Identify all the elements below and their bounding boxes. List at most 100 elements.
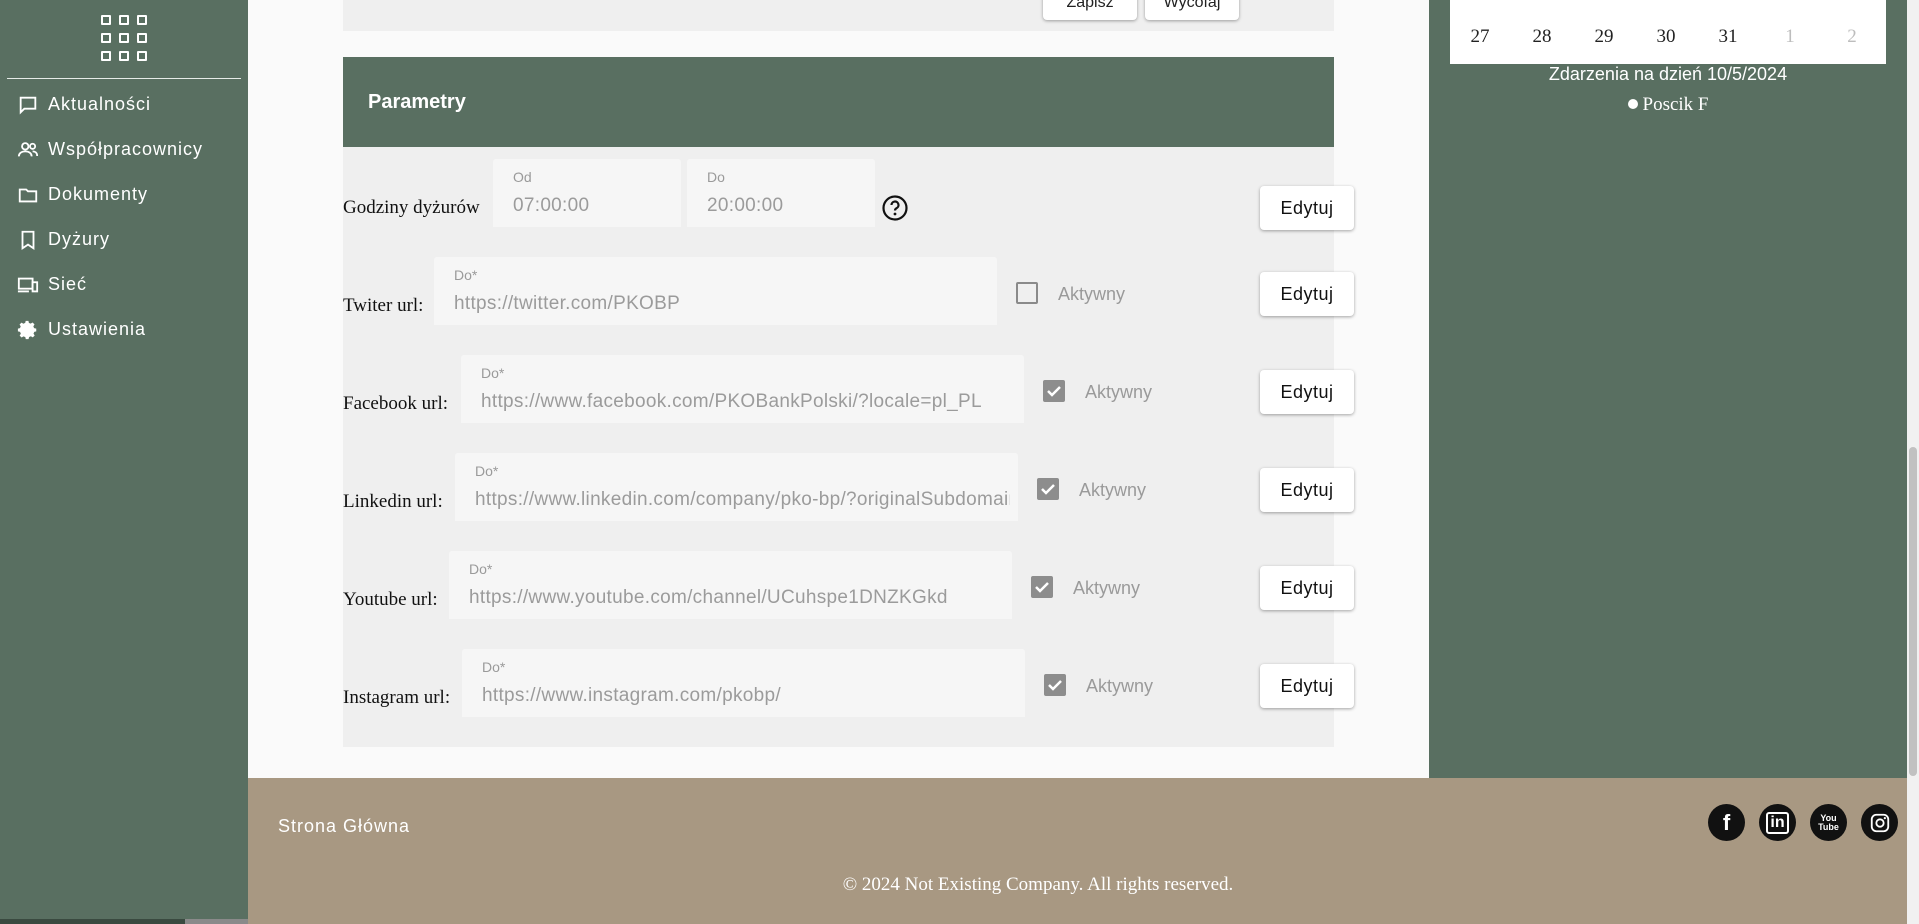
youtube-active-label: Aktywny [1073, 578, 1141, 598]
twitter-active-checkbox[interactable] [1016, 282, 1038, 304]
events-title: Zdarzenia na dzień 10/5/2024 [1548, 64, 1788, 84]
gear-icon [16, 318, 40, 342]
linkedin-row: Linkedin url: Do* https://www.linkedin.c… [343, 441, 1354, 539]
calendar-panel: 27 28 29 30 31 1 2 Zdarzenia na dzień 10… [1429, 0, 1907, 778]
calendar-day[interactable]: 29 [1584, 26, 1624, 48]
youtube-icon[interactable]: You Tube [1810, 804, 1847, 841]
duty-hours-label: Godziny dyżurów [343, 197, 480, 218]
edit-youtube-button[interactable]: Edytuj [1260, 566, 1354, 610]
cancel-button[interactable]: Wycofaj [1145, 0, 1239, 20]
sidebar-item-siec[interactable]: Sieć [0, 262, 248, 307]
twitter-url-value: https://twitter.com/PKOBP [454, 293, 681, 314]
social-links: f in You Tube [1708, 804, 1898, 841]
twitter-field-label: Do* [454, 267, 478, 283]
bookmark-icon [16, 228, 40, 252]
sidebar-nav: Aktualności Współpracownicy Dokumenty Dy… [0, 82, 248, 352]
sidebar-item-label: Sieć [48, 274, 88, 294]
facebook-active-label: Aktywny [1085, 382, 1153, 402]
check-icon [1048, 680, 1062, 691]
facebook-icon[interactable]: f [1708, 804, 1745, 841]
facebook-row: Facebook url: Do* https://www.facebook.c… [343, 343, 1354, 441]
check-icon [1041, 484, 1055, 495]
edit-instagram-button[interactable]: Edytuj [1260, 664, 1354, 708]
calendar-day[interactable]: 30 [1646, 26, 1686, 48]
calendar-day[interactable]: 27 [1460, 26, 1500, 48]
twitter-label: Twiter url: [343, 295, 424, 316]
sidebar-item-ustawienia[interactable]: Ustawienia [0, 307, 248, 352]
calendar-day[interactable]: 28 [1522, 26, 1562, 48]
duty-to-label: Do [707, 169, 725, 185]
facebook-url-field[interactable]: Do* https://www.facebook.com/PKOBankPols… [461, 355, 1024, 423]
event-label: Poscik F [1642, 94, 1709, 115]
instagram-label: Instagram url: [343, 687, 451, 708]
params-title: Parametry [368, 90, 466, 113]
sidebar: Aktualności Współpracownicy Dokumenty Dy… [0, 0, 248, 924]
twitter-url-field[interactable]: Do* https://twitter.com/PKOBP [434, 257, 997, 325]
instagram-field-label: Do* [482, 659, 506, 675]
devices-icon [16, 273, 40, 297]
instagram-active-label: Aktywny [1086, 676, 1154, 696]
linkedin-active-checkbox[interactable] [1037, 478, 1059, 500]
folder-icon [16, 183, 40, 207]
sidebar-item-dokumenty[interactable]: Dokumenty [0, 172, 248, 217]
duty-from-value: 07:00:00 [513, 195, 590, 216]
instagram-glyph [1870, 813, 1889, 832]
scrollbar-thumb[interactable] [1909, 447, 1917, 776]
linkedin-active-label: Aktywny [1079, 480, 1147, 500]
sidebar-item-wspolpracownicy[interactable]: Współpracownicy [0, 127, 248, 172]
duty-from-field[interactable]: Od 07:00:00 [493, 159, 681, 227]
youtube-url-value: https://www.youtube.com/channel/UCuhspe1… [469, 587, 948, 608]
duty-to-field[interactable]: Do 20:00:00 [687, 159, 875, 227]
sidebar-item-aktualnosci[interactable]: Aktualności [0, 82, 248, 127]
edit-twitter-button[interactable]: Edytuj [1260, 272, 1354, 316]
sidebar-item-label: Dyżury [48, 229, 111, 249]
instagram-icon[interactable] [1861, 804, 1898, 841]
youtube-url-field[interactable]: Do* https://www.youtube.com/channel/UCuh… [449, 551, 1012, 619]
help-circle-icon[interactable] [881, 194, 909, 222]
linkedin-url-value: https://www.linkedin.com/company/pko-bp/… [475, 489, 1010, 510]
duty-from-label: Od [513, 169, 532, 185]
instagram-active-checkbox[interactable] [1044, 674, 1066, 696]
previous-section-strip: Zapisz Wycofaj [343, 0, 1334, 31]
edit-duty-hours-button[interactable]: Edytuj [1260, 186, 1354, 230]
youtube-active-checkbox[interactable] [1031, 576, 1053, 598]
calendar-day-next-month[interactable]: 2 [1832, 26, 1872, 48]
youtube-row: Youtube url: Do* https://www.youtube.com… [343, 539, 1354, 637]
facebook-active-checkbox[interactable] [1043, 380, 1065, 402]
twitter-active-label: Aktywny [1058, 284, 1126, 304]
edit-linkedin-button[interactable]: Edytuj [1260, 468, 1354, 512]
params-body: Godziny dyżurów Od 07:00:00 Do 20:00:00 … [343, 147, 1354, 747]
facebook-label: Facebook url: [343, 393, 449, 414]
sidebar-item-dyzury[interactable]: Dyżury [0, 217, 248, 262]
home-link[interactable]: Strona Główna [278, 816, 410, 837]
instagram-url-value: https://www.instagram.com/pkobp/ [482, 685, 781, 706]
event-item[interactable]: Poscik F [1429, 94, 1907, 116]
main-content: Zapisz Wycofaj Parametry Godziny dyżurów… [248, 0, 1429, 778]
calendar-day-next-month[interactable]: 1 [1770, 26, 1810, 48]
calendar-day[interactable]: 31 [1708, 26, 1748, 48]
duty-hours-row: Godziny dyżurów Od 07:00:00 Do 20:00:00 … [343, 147, 1354, 245]
sidebar-divider [7, 78, 241, 79]
calendar: 27 28 29 30 31 1 2 [1450, 0, 1886, 64]
sidebar-item-label: Aktualności [48, 94, 152, 114]
instagram-url-field[interactable]: Do* https://www.instagram.com/pkobp/ [462, 649, 1025, 717]
sidebar-item-label: Dokumenty [48, 184, 149, 204]
bullet-icon [1627, 98, 1638, 109]
params-header: Parametry [343, 57, 1334, 147]
chat-bubble-icon [16, 93, 40, 117]
footer: Strona Główna f in You Tube © 2024 Not E… [248, 778, 1907, 924]
linkedin-url-field[interactable]: Do* https://www.linkedin.com/company/pko… [455, 453, 1018, 521]
apps-grid-icon[interactable] [101, 15, 147, 61]
save-button[interactable]: Zapisz [1043, 0, 1137, 20]
people-icon [16, 138, 40, 162]
linkedin-field-label: Do* [475, 463, 499, 479]
sidebar-item-label: Współpracownicy [48, 139, 204, 159]
bottom-edge-highlight [185, 919, 248, 924]
check-icon [1047, 386, 1061, 397]
youtube-field-label: Do* [469, 561, 493, 577]
instagram-row: Instagram url: Do* https://www.instagram… [343, 637, 1354, 735]
linkedin-icon[interactable]: in [1759, 804, 1796, 841]
check-icon [1035, 582, 1049, 593]
facebook-url-value: https://www.facebook.com/PKOBankPolski/?… [481, 391, 982, 412]
edit-facebook-button[interactable]: Edytuj [1260, 370, 1354, 414]
